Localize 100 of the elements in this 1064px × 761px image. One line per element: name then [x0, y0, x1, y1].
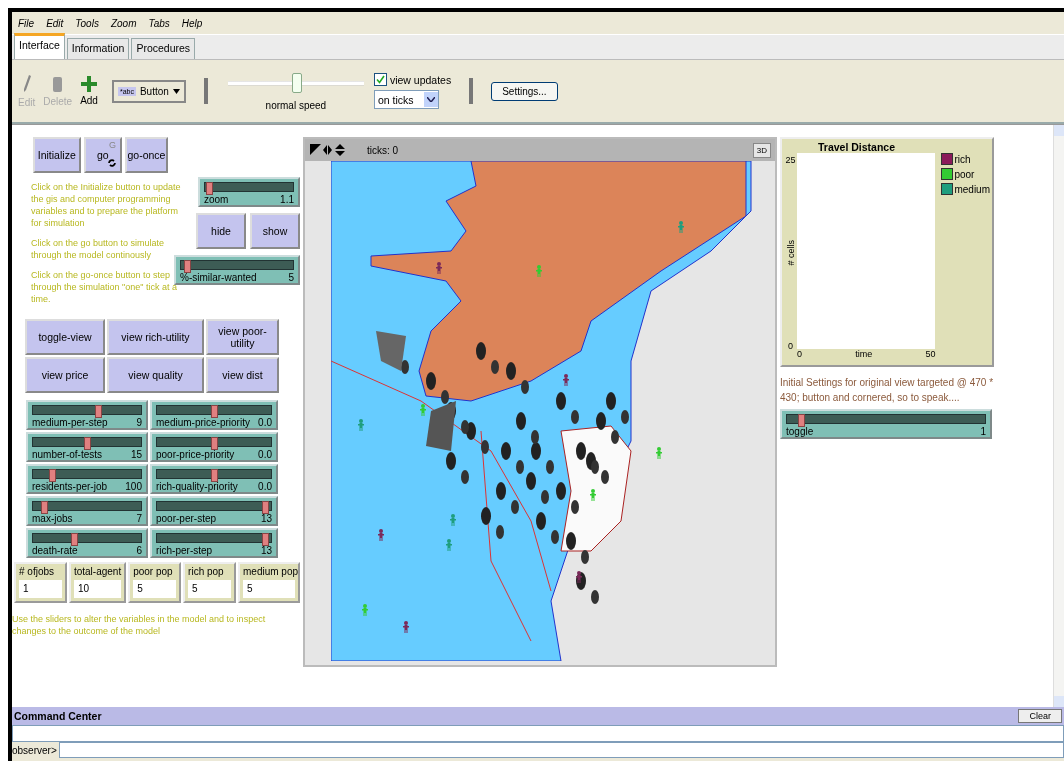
clear-button[interactable]: Clear [1018, 709, 1062, 723]
button[interactable]: view rich-utility [107, 319, 204, 355]
slider[interactable]: max-jobs 7 [26, 496, 148, 526]
caret-icon [172, 88, 180, 94]
slider-thumb[interactable] [211, 469, 218, 482]
slider[interactable]: zoom 1.1 [198, 177, 300, 207]
update-mode-dropdown[interactable]: on ticks [373, 90, 439, 109]
slider[interactable]: number-of-tests 15 [26, 432, 148, 462]
menu-item[interactable]: Edit [46, 17, 64, 29]
slider-label: poor-per-step [156, 513, 217, 524]
axis-label: # cells [785, 240, 796, 266]
monitor-label: # ofjobs [19, 566, 56, 577]
slider-thumb[interactable] [211, 405, 218, 418]
slider[interactable]: poor-price-priority 0.0 [150, 432, 278, 462]
slider[interactable]: toggle 1 [780, 409, 992, 439]
menu-item[interactable]: Help [181, 17, 203, 29]
slider-thumb[interactable] [71, 533, 79, 546]
slider-value: 0.0 [258, 481, 272, 492]
checkbox[interactable] [373, 73, 387, 86]
button[interactable]: view poor-utility [206, 319, 279, 355]
slider-value: 1 [980, 426, 986, 437]
legend-label: medium [954, 183, 990, 195]
slider-thumb[interactable] [206, 182, 214, 195]
slider[interactable]: residents-per-job 100 [26, 464, 148, 494]
button[interactable]: Initialize [33, 137, 81, 173]
tab[interactable]: Information [66, 38, 130, 59]
chevron-down-icon [426, 97, 435, 102]
tab[interactable]: Interface [14, 33, 65, 59]
slider-label: rich-quality-priority [156, 481, 238, 492]
slider-thumb[interactable] [40, 501, 48, 514]
slider-value: 6 [136, 545, 142, 556]
slider-label: medium-per-step [32, 417, 108, 428]
slider-value: 7 [136, 513, 142, 524]
monitor-value: 5 [188, 580, 231, 598]
slider-thumb[interactable] [49, 469, 57, 482]
slider-label: rich-per-step [156, 545, 213, 556]
note-text: Click on the Initialize button to update the gis and computer programming variables and to prepare the platform for simulation [31, 181, 182, 229]
axis-value: 0 [788, 341, 794, 351]
panel-title: Command Center [14, 710, 102, 722]
slider-value: 13 [260, 513, 272, 524]
axis-value: 50 [925, 349, 936, 359]
axis-value: 25 [785, 155, 796, 165]
slider[interactable]: medium-per-step 9 [26, 400, 148, 430]
slider-label: max-jobs [32, 513, 73, 524]
observer-prompt: observer> [12, 744, 57, 756]
slider-value: 9 [136, 417, 142, 428]
3d-button[interactable]: 3D [752, 142, 771, 158]
button[interactable]: view price [25, 357, 105, 393]
slider-thumb[interactable] [211, 437, 218, 450]
legend-label: poor [954, 168, 975, 180]
slider-thumb[interactable] [262, 533, 270, 546]
menu-item[interactable]: Tools [75, 17, 99, 29]
monitor-label: rich pop [188, 566, 225, 577]
speed-label: normal speed [265, 99, 327, 111]
legend-label: rich [954, 153, 971, 165]
slider[interactable]: poor-per-step 13 [150, 496, 278, 526]
slider-value: 15 [130, 449, 142, 460]
menu-item[interactable]: Zoom [110, 17, 137, 29]
slider-thumb[interactable] [94, 405, 102, 418]
slider-value: 100 [125, 481, 142, 492]
slider-label: death-rate [32, 545, 78, 556]
check-icon [375, 75, 385, 84]
slider-thumb[interactable] [183, 260, 191, 273]
menu-item[interactable]: File [18, 17, 35, 29]
button[interactable]: hide [196, 213, 246, 249]
tab[interactable]: Procedures [131, 38, 196, 59]
slider-thumb[interactable] [797, 414, 805, 427]
slider-label: poor-price-priority [156, 449, 235, 460]
speed-thumb[interactable] [291, 72, 302, 93]
monitor-value: 10 [73, 580, 122, 598]
slider[interactable]: rich-per-step 13 [150, 528, 278, 558]
pencil-icon [21, 74, 32, 94]
toolbar-button[interactable]: Add [80, 76, 98, 106]
button[interactable]: view quality [107, 357, 204, 393]
axis-value: 0 [797, 349, 803, 359]
button[interactable]: view dist [206, 357, 279, 393]
slider-thumb[interactable] [84, 437, 91, 450]
menu-item[interactable]: Tabs [148, 17, 170, 29]
monitor-value: 1 [19, 580, 62, 598]
monitor-label: total-agent [73, 566, 122, 577]
slider-label: residents-per-job [32, 481, 108, 492]
slider[interactable]: death-rate 6 [26, 528, 148, 558]
button[interactable]: show [250, 213, 300, 249]
slider[interactable]: rich-quality-priority 0.0 [150, 464, 278, 494]
slider[interactable]: %-similar-wanted 5 [174, 255, 300, 285]
checkbox-label: view updates [389, 73, 452, 86]
trash-icon [52, 75, 64, 93]
button[interactable]: go G [83, 137, 122, 173]
slider-value: 13 [260, 545, 272, 556]
settings-button[interactable]: Settings... [491, 81, 558, 101]
slider-value: 1.1 [280, 194, 294, 205]
note-text: Click on the go button to simulate through the model continously [31, 237, 166, 261]
slider[interactable]: medium-price-priority 0.0 [150, 400, 278, 430]
button[interactable]: go-once [125, 137, 168, 173]
button[interactable]: toggle-view [25, 319, 105, 355]
command-input[interactable] [58, 742, 1064, 758]
slider-label: number-of-tests [32, 449, 103, 460]
slider-label: toggle [786, 426, 814, 437]
monitor-value: 5 [243, 580, 295, 598]
slider-thumb[interactable] [262, 501, 270, 514]
